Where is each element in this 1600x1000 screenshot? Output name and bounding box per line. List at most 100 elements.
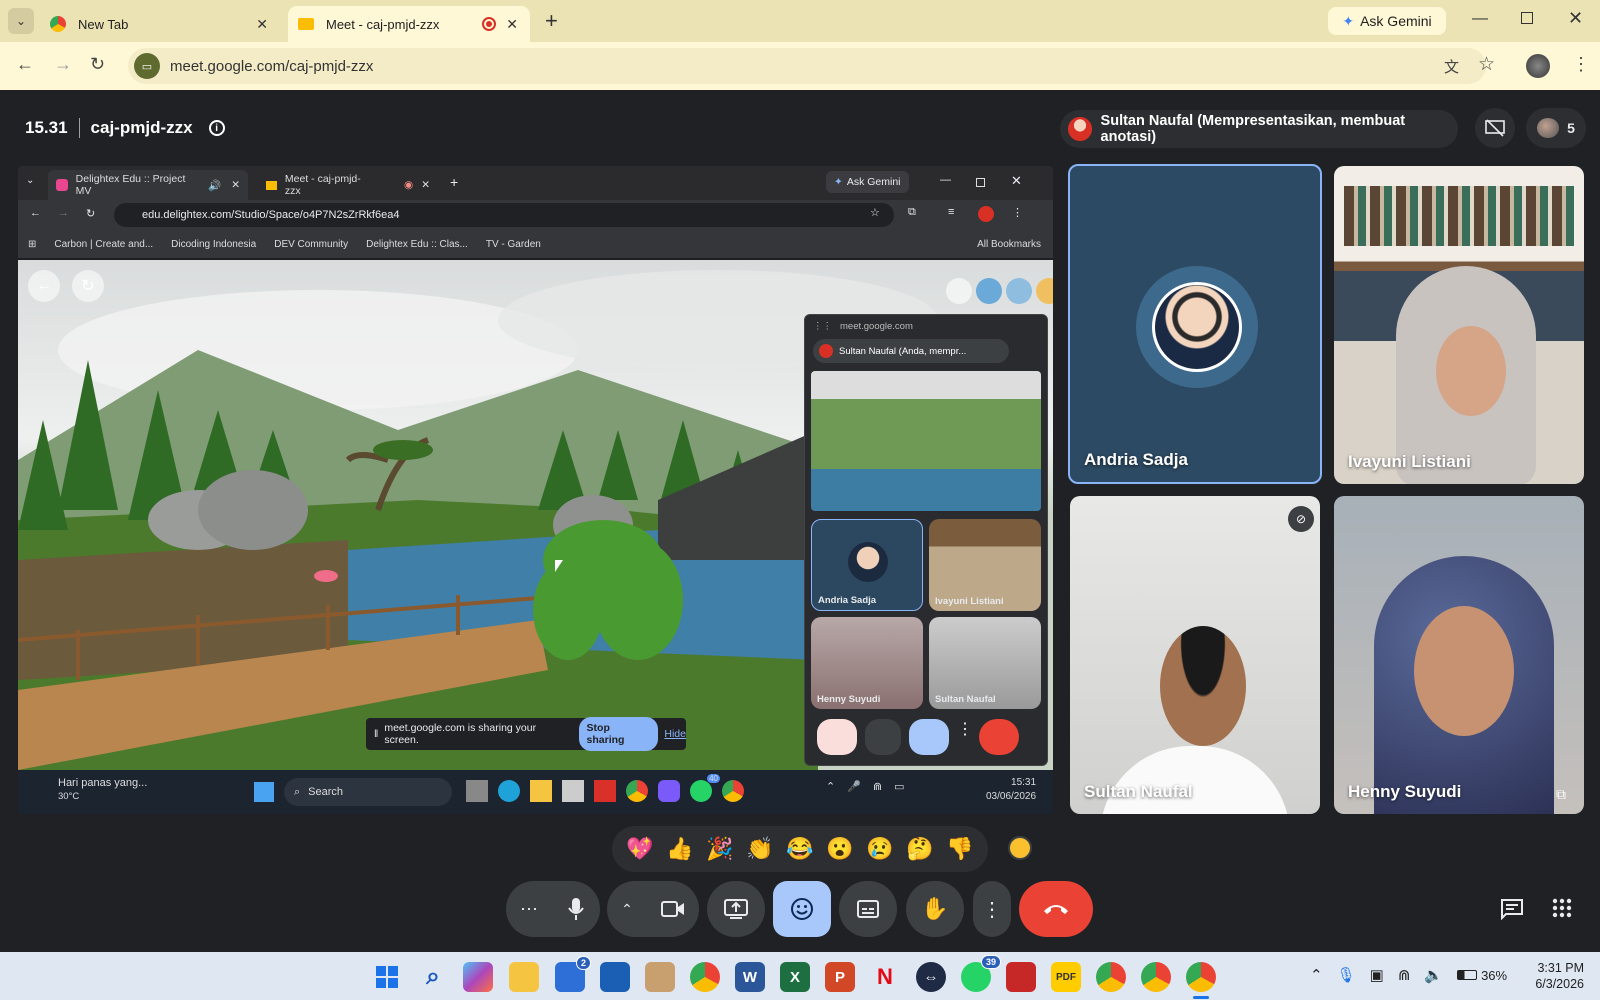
whiteboard-button[interactable]	[600, 962, 630, 992]
tab-search-button[interactable]: ⌄	[8, 8, 34, 34]
participant-name: Henny Suyudi	[1348, 782, 1462, 801]
copilot-button[interactable]	[463, 962, 493, 992]
close-icon[interactable]: ✕	[506, 16, 518, 33]
raise-hand-button[interactable]: ✋	[906, 881, 964, 937]
microsoft-store-button[interactable]: 2	[555, 956, 591, 992]
restore-button[interactable]	[1521, 12, 1533, 24]
tile-ivayuni-listiani[interactable]: Ivayuni Listiani	[1334, 166, 1584, 484]
close-icon: ✕	[421, 179, 430, 191]
shared-url: edu.delightex.com/Studio/Space/o4P7N2sZr…	[142, 209, 400, 221]
meeting-code: caj-pmjd-zzx	[90, 118, 193, 137]
wifi-icon[interactable]: ⋒	[1398, 966, 1411, 984]
new-tab-button[interactable]: +	[545, 8, 558, 34]
reaction-thumbs-up[interactable]: 👍	[661, 836, 699, 862]
app-tool-button[interactable]	[645, 962, 675, 992]
battery-percent: 36%	[1481, 967, 1508, 983]
tile-andria-sadja[interactable]: Andria Sadja	[1068, 164, 1322, 484]
screen-share-notice: ‖ meet.google.com is sharing your screen…	[366, 717, 686, 751]
ask-gemini-chip: ✦ Ask Gemini	[826, 171, 909, 193]
minimize-button[interactable]: —	[1472, 10, 1488, 28]
presenter-chip[interactable]: Sultan Naufal (Mempresentasikan, membuat…	[1060, 110, 1458, 148]
participant-name: Sultan Naufal	[1084, 782, 1193, 801]
participant-name: Andria Sadja	[1084, 450, 1188, 469]
powerpoint-button[interactable]: P	[825, 962, 855, 992]
more-menu-icon: ⋮	[1012, 207, 1023, 219]
site-info-icon[interactable]: ▭	[134, 53, 160, 79]
participants-button[interactable]: 5	[1526, 108, 1586, 148]
translate-icon[interactable]: 文	[1444, 56, 1459, 77]
pdf-app-button[interactable]: PDF	[1051, 962, 1081, 992]
reload-icon[interactable]: ↻	[90, 54, 105, 75]
chrome-profile-3-button[interactable]	[1186, 962, 1216, 992]
excel-button[interactable]: X	[780, 962, 810, 992]
chrome-profile-1-button[interactable]	[1096, 962, 1126, 992]
volume-icon[interactable]: 🔈	[1424, 966, 1443, 984]
bookmark-star-icon[interactable]: ☆	[1478, 53, 1495, 76]
forward-arrow-icon[interactable]: →	[54, 54, 72, 75]
participant-count: 5	[1567, 120, 1575, 136]
reaction-clap[interactable]: 👏	[741, 836, 779, 862]
red-app-button[interactable]	[1006, 962, 1036, 992]
reaction-heart[interactable]: 💖	[621, 836, 659, 862]
link-app-button[interactable]: ⇔	[916, 962, 946, 992]
close-icon[interactable]: ✕	[256, 16, 268, 33]
meeting-info: 15.31 caj-pmjd-zzx i	[25, 116, 225, 140]
pin-icon[interactable]: ⧉	[1556, 786, 1566, 803]
reaction-thumbs-down[interactable]: 👎	[941, 836, 979, 862]
media-icon: ≡	[948, 206, 955, 218]
info-icon[interactable]: i	[208, 120, 225, 136]
profile-avatar[interactable]	[1526, 54, 1550, 78]
more-options-button[interactable]: ⋮	[973, 881, 1011, 937]
avatar	[1152, 282, 1242, 372]
reaction-surprised[interactable]: 😮	[821, 836, 859, 862]
back-arrow-icon[interactable]: ←	[16, 54, 34, 75]
microphone-icon[interactable]: 🎙	[1337, 966, 1356, 984]
tile-henny-suyudi[interactable]: ⧉ Henny Suyudi	[1334, 496, 1584, 814]
search-button[interactable]: ⌕	[418, 962, 448, 992]
skin-tone-button[interactable]	[1008, 836, 1032, 860]
present-off-icon	[1485, 119, 1505, 137]
captions-button[interactable]	[839, 881, 897, 937]
tile-sultan-naufal[interactable]: ⊘ Sultan Naufal	[1070, 496, 1320, 814]
whatsapp-button[interactable]: 39	[961, 955, 1001, 992]
float-tile-henny: Henny Suyudi	[811, 617, 923, 709]
chrome-icon	[722, 780, 744, 802]
chevron-up-icon[interactable]: ⌃	[1310, 966, 1323, 984]
shared-tray: ⌃ 🎤 ⋒ ▭	[826, 780, 905, 793]
gemini-icon: ✦	[834, 176, 843, 188]
activities-button[interactable]	[1552, 898, 1572, 923]
display-icon[interactable]: ▣	[1370, 966, 1384, 984]
reaction-sad[interactable]: 😢	[861, 836, 899, 862]
reactions-button[interactable]	[773, 881, 831, 937]
leave-call-button[interactable]	[1019, 881, 1093, 937]
stop-presentation-button[interactable]	[1475, 108, 1515, 148]
netflix-button[interactable]: N	[870, 962, 900, 992]
reaction-party[interactable]: 🎉	[701, 836, 739, 862]
reaction-thinking[interactable]: 🤔	[901, 836, 939, 862]
chrome-button[interactable]	[690, 962, 720, 992]
omnibox[interactable]: ▭ meet.google.com/caj-pmjd-zzx	[128, 48, 1486, 84]
battery-indicator[interactable]: 36%	[1457, 968, 1507, 983]
word-button[interactable]: W	[735, 962, 765, 992]
participants-avatars-icon	[1537, 118, 1560, 138]
address-bar-row: ← → ↻ ▭ meet.google.com/caj-pmjd-zzx 文 ☆…	[0, 42, 1600, 90]
new-tab-icon: +	[450, 174, 459, 190]
float-tile-name: Henny Suyudi	[817, 694, 881, 705]
character-icon	[976, 278, 1002, 304]
reaction-laugh[interactable]: 😂	[781, 836, 819, 862]
present-screen-button[interactable]	[707, 881, 765, 937]
close-window-button[interactable]: ✕	[1568, 8, 1583, 29]
chat-button[interactable]	[1500, 898, 1524, 925]
shared-tab-title: Meet - caj-pmjd-zzx	[284, 173, 361, 197]
ask-gemini-button[interactable]: ✦ Ask Gemini	[1328, 7, 1446, 35]
browser-tab-bar: ⌄ New Tab ✕ Meet - caj-pmjd-zzx ✕ + ✦ As…	[0, 0, 1600, 42]
wifi-icon: ⋒	[872, 781, 883, 793]
tab-meet[interactable]: Meet - caj-pmjd-zzx ✕	[288, 6, 530, 42]
chrome-profile-2-button[interactable]	[1141, 962, 1171, 992]
clock[interactable]: 3:31 PM 6/3/2026	[1518, 960, 1584, 992]
windows-start-button[interactable]	[372, 962, 402, 992]
more-menu-icon[interactable]: ⋮	[1572, 54, 1590, 75]
tab-new-tab[interactable]: New Tab ✕	[40, 6, 280, 42]
clock-time: 3:31 PM	[1537, 961, 1584, 975]
file-explorer-button[interactable]	[509, 962, 539, 992]
